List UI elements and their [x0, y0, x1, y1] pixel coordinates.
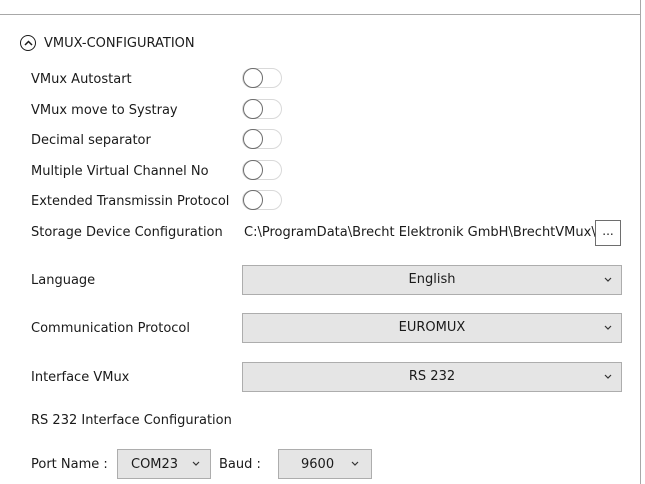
decimal-separator-toggle[interactable] — [242, 129, 282, 149]
extended-transmission-protocol-label: Extended Transmissin Protocol — [31, 194, 230, 209]
top-divider — [0, 14, 641, 15]
multiple-virtual-channel-toggle[interactable] — [242, 160, 282, 180]
toggle-knob — [243, 160, 263, 180]
port-name-label: Port Name : — [31, 457, 108, 472]
interface-vmux-value: RS 232 — [408, 369, 456, 384]
baud-label: Baud : — [219, 457, 261, 472]
baud-select[interactable]: 9600 — [278, 449, 372, 479]
baud-value: 9600 — [301, 457, 335, 472]
language-label: Language — [31, 273, 96, 288]
chevron-down-icon — [192, 461, 200, 466]
browse-button[interactable]: ... — [595, 220, 621, 246]
communication-protocol-label: Communication Protocol — [31, 321, 190, 336]
chevron-down-icon — [604, 277, 612, 282]
interface-vmux-label: Interface VMux — [31, 370, 130, 385]
chevron-down-icon — [351, 461, 359, 466]
vmux-configuration-panel: VMUX-CONFIGURATION VMux Autostart VMux m… — [0, 0, 645, 484]
language-value: English — [408, 272, 456, 287]
section-title: VMUX-CONFIGURATION — [44, 35, 195, 51]
vmux-autostart-label: VMux Autostart — [31, 72, 132, 87]
chevron-down-icon — [604, 374, 612, 379]
storage-device-label: Storage Device Configuration — [31, 225, 223, 240]
section-header[interactable]: VMUX-CONFIGURATION — [20, 33, 195, 53]
toggle-knob — [243, 190, 263, 210]
vmux-autostart-toggle[interactable] — [242, 68, 282, 88]
chevron-up-icon[interactable] — [20, 35, 36, 51]
interface-vmux-select[interactable]: RS 232 — [242, 362, 622, 392]
communication-protocol-value: EUROMUX — [398, 320, 466, 335]
rs232-heading: RS 232 Interface Configuration — [31, 413, 232, 428]
port-name-select[interactable]: COM23 — [117, 449, 211, 479]
port-name-value: COM23 — [131, 457, 179, 472]
vmux-systray-toggle[interactable] — [242, 99, 282, 119]
toggle-knob — [243, 129, 263, 149]
extended-transmission-protocol-toggle[interactable] — [242, 190, 282, 210]
toggle-knob — [243, 68, 263, 88]
chevron-down-icon — [604, 325, 612, 330]
communication-protocol-select[interactable]: EUROMUX — [242, 313, 622, 343]
right-divider — [640, 0, 641, 484]
toggle-knob — [243, 99, 263, 119]
decimal-separator-label: Decimal separator — [31, 133, 151, 148]
vmux-systray-label: VMux move to Systray — [31, 103, 178, 118]
multiple-virtual-channel-label: Multiple Virtual Channel No — [31, 164, 209, 179]
language-select[interactable]: English — [242, 265, 622, 295]
storage-path: C:\ProgramData\Brecht Elektronik GmbH\Br… — [244, 225, 596, 240]
